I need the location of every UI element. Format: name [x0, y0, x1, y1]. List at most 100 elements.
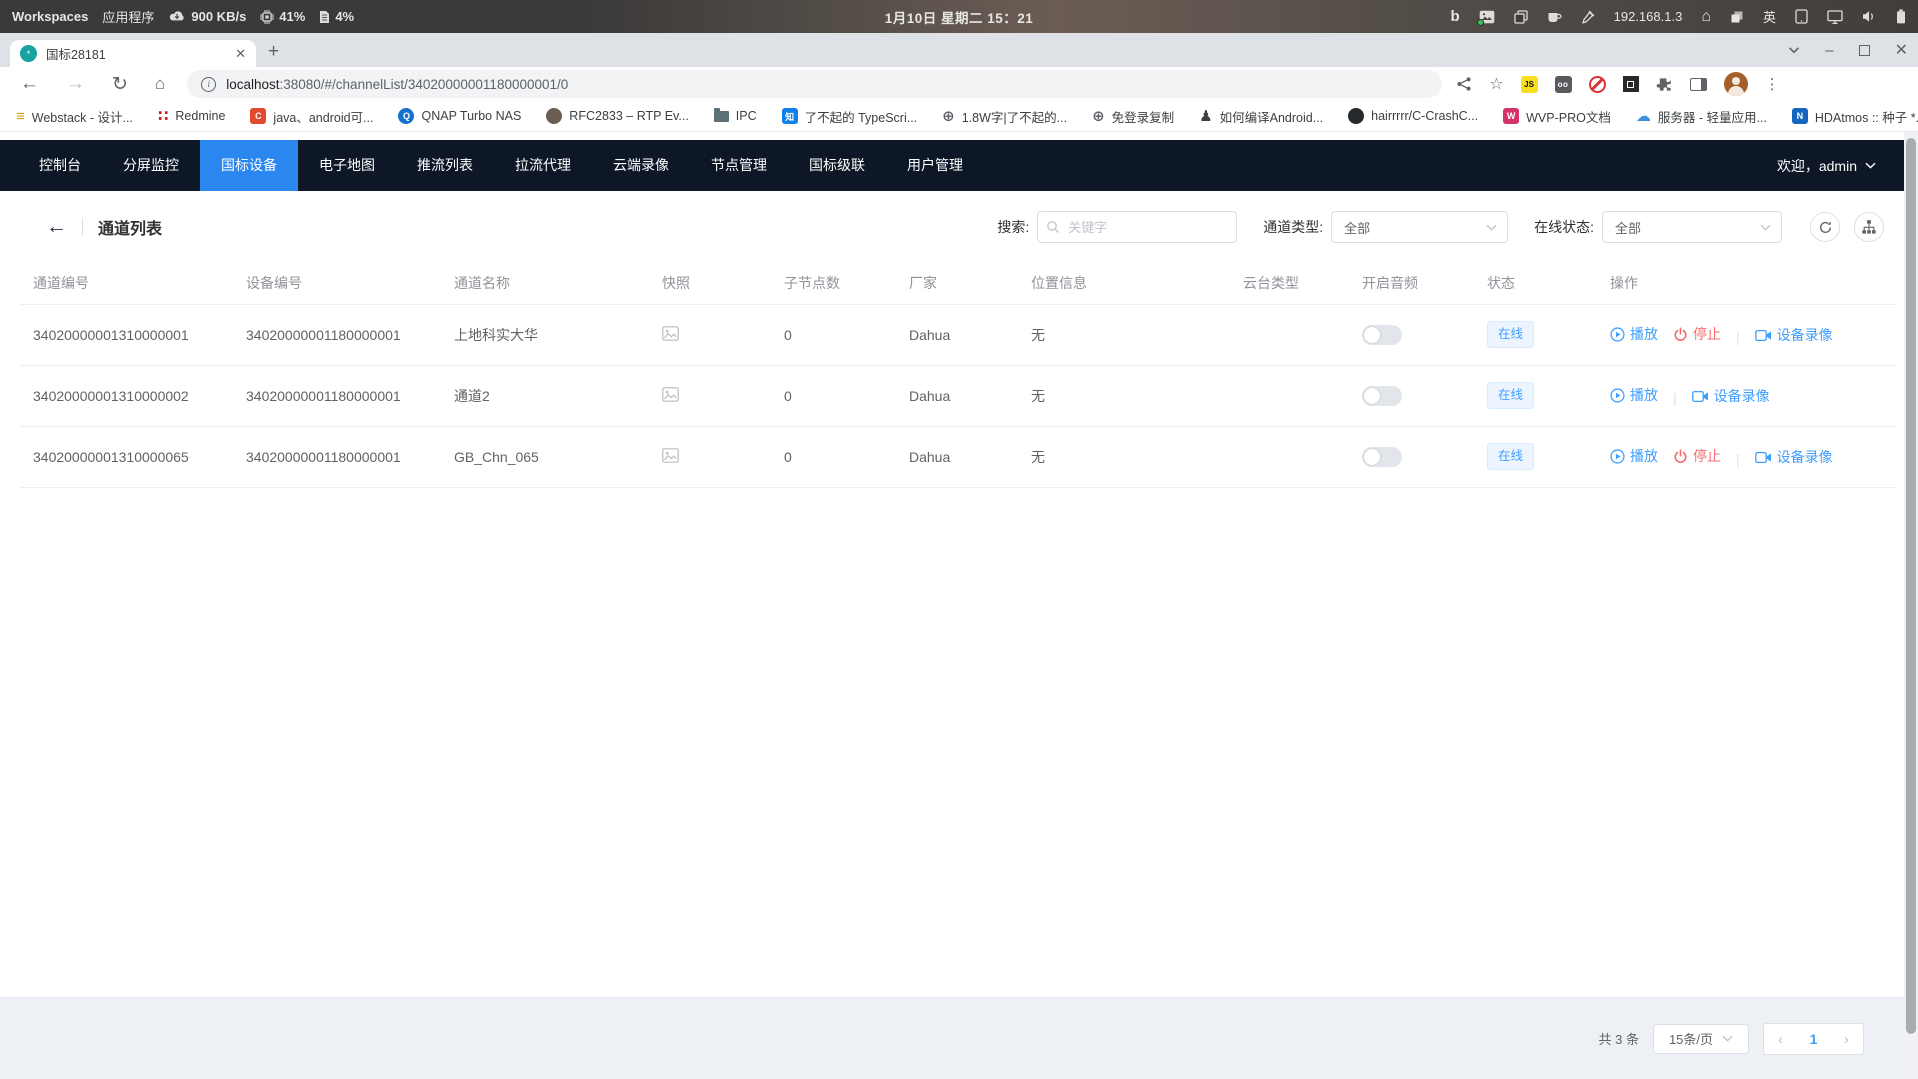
- bookmark-star-icon[interactable]: ☆: [1489, 74, 1503, 94]
- nav-item-4[interactable]: 推流列表: [396, 140, 494, 191]
- forward-button[interactable]: →: [66, 73, 85, 95]
- site-info-icon[interactable]: i: [201, 77, 216, 92]
- bookmark-item[interactable]: ≡Webstack - 设计...: [16, 107, 133, 126]
- record-action-link[interactable]: 设备录像: [1692, 386, 1770, 406]
- bookmark-item[interactable]: ∷Redmine: [158, 107, 225, 125]
- nav-item-5[interactable]: 拉流代理: [494, 140, 592, 191]
- nav-item-9[interactable]: 用户管理: [886, 140, 984, 191]
- bookmark-item[interactable]: Cjava、android可...: [250, 107, 373, 126]
- window-minimize-button[interactable]: –: [1825, 42, 1833, 59]
- volume-icon[interactable]: [1862, 10, 1877, 23]
- play-action-link[interactable]: 播放: [1610, 385, 1658, 405]
- back-button[interactable]: ←: [20, 73, 39, 95]
- adblock-extension-icon[interactable]: [1589, 76, 1606, 93]
- clock[interactable]: 1月10日 星期二 15：21: [885, 7, 1034, 27]
- input-method-indicator[interactable]: 英: [1763, 7, 1776, 26]
- nav-item-7[interactable]: 节点管理: [690, 140, 788, 191]
- page-size-select[interactable]: 15条/页: [1653, 1024, 1749, 1054]
- bing-tray-icon[interactable]: b: [1450, 9, 1459, 24]
- bookmark-label: 1.8W字|了不起的...: [962, 107, 1067, 126]
- bookmark-favicon-icon: [714, 111, 729, 122]
- page-back-button[interactable]: ←: [46, 215, 67, 239]
- side-panel-icon[interactable]: [1690, 78, 1707, 91]
- refresh-button[interactable]: [1810, 212, 1840, 242]
- snapshot-thumbnail-icon[interactable]: [662, 448, 679, 463]
- nav-item-1[interactable]: 分屏监控: [102, 140, 200, 191]
- channel-type-select[interactable]: 全部: [1331, 211, 1508, 243]
- stop-action-link[interactable]: 停止: [1673, 446, 1721, 466]
- color-picker-tray-icon[interactable]: [1581, 10, 1595, 24]
- workspaces-button[interactable]: Workspaces: [12, 9, 88, 24]
- search-input[interactable]: [1037, 211, 1237, 243]
- audio-toggle[interactable]: [1362, 325, 1402, 345]
- dark-extension-icon[interactable]: [1623, 76, 1639, 92]
- bookmark-item[interactable]: 知了不起的 TypeScri...: [782, 107, 918, 126]
- play-action-link[interactable]: 播放: [1610, 446, 1658, 466]
- home-tray-icon[interactable]: ⌂: [1701, 9, 1711, 25]
- extensions-puzzle-icon[interactable]: [1656, 76, 1673, 93]
- ip-address-indicator[interactable]: 192.168.1.3: [1614, 9, 1683, 24]
- bookmark-item[interactable]: IPC: [714, 109, 757, 123]
- bookmark-item[interactable]: QQNAP Turbo NAS: [398, 108, 521, 124]
- audio-toggle[interactable]: [1362, 447, 1402, 467]
- bookmark-label: hairrrrr/C-CrashC...: [1371, 109, 1478, 123]
- device-tree-button[interactable]: [1854, 212, 1884, 242]
- caffeine-tray-icon[interactable]: [1547, 10, 1562, 24]
- js-extension-icon[interactable]: JS: [1521, 76, 1538, 93]
- extension-badge-icon[interactable]: oo: [1555, 76, 1572, 93]
- nav-item-6[interactable]: 云端录像: [592, 140, 690, 191]
- bookmark-item[interactable]: ⊕1.8W字|了不起的...: [942, 107, 1067, 126]
- bookmark-item[interactable]: RFC2833 – RTP Ev...: [546, 108, 689, 124]
- user-menu[interactable]: 欢迎，admin: [1777, 156, 1904, 176]
- cpu-indicator[interactable]: 41%: [260, 9, 305, 24]
- profile-avatar[interactable]: [1724, 72, 1748, 96]
- screenshot-tray-icon[interactable]: [1479, 10, 1495, 24]
- bookmark-item[interactable]: ☁服务器 - 轻量应用...: [1636, 107, 1767, 126]
- bookmark-item[interactable]: ⊕免登录复制: [1092, 107, 1174, 126]
- clipboard-tray-icon[interactable]: [1514, 10, 1528, 24]
- record-action-link[interactable]: 设备录像: [1755, 447, 1833, 467]
- current-page-button[interactable]: 1: [1797, 1031, 1830, 1047]
- network-speed-indicator[interactable]: 900 KB/s: [168, 9, 246, 24]
- audio-toggle[interactable]: [1362, 386, 1402, 406]
- record-action-link[interactable]: 设备录像: [1755, 325, 1833, 345]
- prev-page-button[interactable]: ‹: [1764, 1031, 1797, 1047]
- window-close-button[interactable]: ✕: [1895, 40, 1908, 60]
- browser-tab[interactable]: * 国标28181 ✕: [10, 40, 256, 67]
- battery-icon[interactable]: [1896, 9, 1906, 24]
- next-page-button[interactable]: ›: [1830, 1031, 1863, 1047]
- address-bar[interactable]: i localhost:38080/#/channelList/34020000…: [187, 70, 1442, 98]
- bookmark-favicon-icon: ☁: [1636, 107, 1651, 125]
- bookmark-item[interactable]: NHDAtmos :: 种子 *...: [1792, 107, 1918, 126]
- phone-link-icon[interactable]: [1795, 9, 1808, 24]
- home-button[interactable]: ⌂: [155, 74, 165, 94]
- snapshot-thumbnail-icon[interactable]: [662, 387, 679, 402]
- applications-button[interactable]: 应用程序: [102, 7, 154, 26]
- bookmark-item[interactable]: WWVP-PRO文档: [1503, 107, 1611, 126]
- snapshot-thumbnail-icon[interactable]: [662, 326, 679, 341]
- nav-item-8[interactable]: 国标级联: [788, 140, 886, 191]
- browser-menu-icon[interactable]: ⋮: [1765, 75, 1780, 93]
- nav-item-0[interactable]: 控制台: [18, 140, 102, 191]
- nav-item-2[interactable]: 国标设备: [200, 140, 298, 191]
- share-icon[interactable]: [1456, 76, 1472, 92]
- nav-item-3[interactable]: 电子地图: [298, 140, 396, 191]
- chevron-down-icon: [1486, 224, 1497, 231]
- online-state-select[interactable]: 全部: [1602, 211, 1782, 243]
- window-maximize-button[interactable]: [1859, 45, 1870, 56]
- bookmark-item[interactable]: hairrrrr/C-CrashC...: [1348, 108, 1478, 124]
- display-icon[interactable]: [1827, 10, 1843, 24]
- online-state-value: 全部: [1615, 218, 1641, 237]
- memory-indicator[interactable]: 4%: [319, 9, 354, 24]
- bookmark-item[interactable]: ♟如何编译Android...: [1199, 107, 1323, 126]
- tab-search-chevron-icon[interactable]: [1788, 46, 1800, 54]
- reload-button[interactable]: ↻: [112, 73, 128, 96]
- tab-close-icon[interactable]: ✕: [235, 46, 246, 62]
- windows-tray-icon[interactable]: [1730, 10, 1744, 24]
- refresh-icon: [1818, 220, 1833, 235]
- new-tab-button[interactable]: +: [268, 41, 279, 63]
- scrollbar-thumb[interactable]: [1906, 138, 1916, 1034]
- stop-action-link[interactable]: 停止: [1673, 324, 1721, 344]
- play-action-link[interactable]: 播放: [1610, 324, 1658, 344]
- cell-ptz-type: [1230, 365, 1349, 426]
